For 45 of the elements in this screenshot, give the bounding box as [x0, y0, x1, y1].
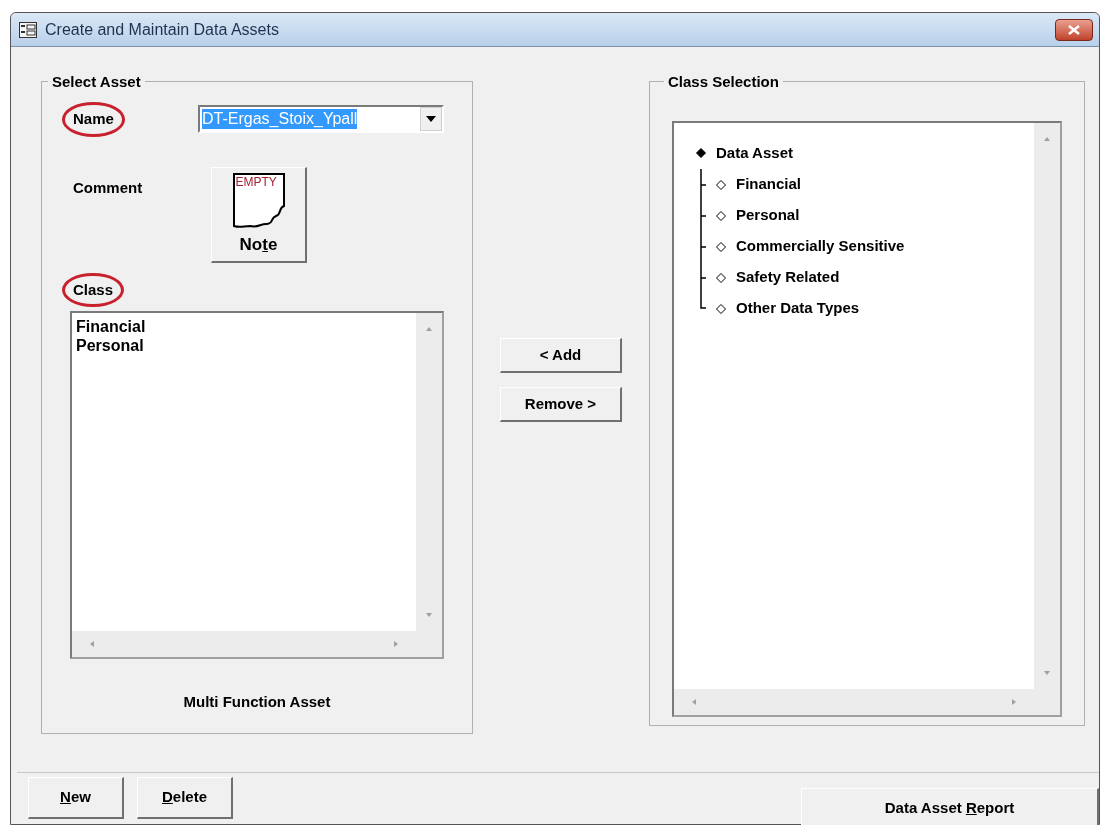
footer-button[interactable]: New — [28, 777, 124, 819]
scroll-left-icon[interactable] — [88, 640, 96, 648]
scroll-down-icon[interactable] — [425, 611, 433, 619]
diamond-icon — [716, 272, 726, 283]
add-button[interactable]: < Add — [500, 338, 622, 373]
asset-type-caption: Multi Function Asset — [183, 692, 331, 712]
note-status: EMPTY — [235, 175, 277, 188]
horizontal-scrollbar[interactable] — [674, 689, 1034, 715]
footer-button[interactable]: Delete — [137, 777, 233, 819]
note-button[interactable]: EMPTY Note — [211, 166, 307, 263]
name-value: DT-Ergas_Stoix_Ypall — [202, 109, 358, 130]
vertical-scrollbar[interactable] — [416, 313, 442, 631]
form-icon — [19, 21, 37, 38]
diamond-icon — [716, 241, 726, 252]
class-list-item[interactable]: Personal — [76, 336, 412, 355]
close-icon — [1068, 24, 1080, 35]
tree-item[interactable]: Commercially Sensitive — [716, 235, 905, 258]
tree-item[interactable]: Personal — [716, 204, 800, 227]
diamond-icon — [716, 210, 726, 221]
vertical-scrollbar[interactable] — [1034, 123, 1060, 689]
scroll-right-icon[interactable] — [392, 640, 400, 648]
caret-down-icon — [426, 116, 436, 123]
tree-item[interactable]: Other Data Types — [716, 297, 860, 320]
diamond-icon — [696, 148, 706, 158]
dropdown-button[interactable] — [420, 107, 442, 132]
scroll-down-icon[interactable] — [1043, 669, 1051, 677]
note-page-icon — [231, 171, 286, 230]
scroll-left-icon[interactable] — [690, 698, 698, 706]
diamond-icon — [716, 179, 726, 190]
class-list-item[interactable]: Financial — [76, 317, 412, 336]
window-title: Create and Maintain Data Assets — [45, 19, 279, 40]
report-button[interactable]: Data Asset Report — [801, 788, 1099, 825]
horizontal-scrollbar[interactable] — [72, 631, 416, 657]
tree-item[interactable]: Financial — [716, 173, 802, 196]
close-button[interactable] — [1055, 18, 1093, 41]
scroll-right-icon[interactable] — [1010, 698, 1018, 706]
comment-label: Comment — [72, 177, 144, 198]
remove-button[interactable]: Remove > — [500, 387, 622, 422]
scroll-up-icon[interactable] — [1043, 135, 1051, 143]
scroll-up-icon[interactable] — [425, 325, 433, 333]
diamond-icon — [716, 303, 726, 314]
tree-item[interactable]: Data Asset — [696, 137, 1030, 169]
class-label: Class — [62, 272, 125, 307]
tree-item[interactable]: Safety Related — [716, 266, 840, 289]
name-label: Name — [62, 102, 125, 137]
